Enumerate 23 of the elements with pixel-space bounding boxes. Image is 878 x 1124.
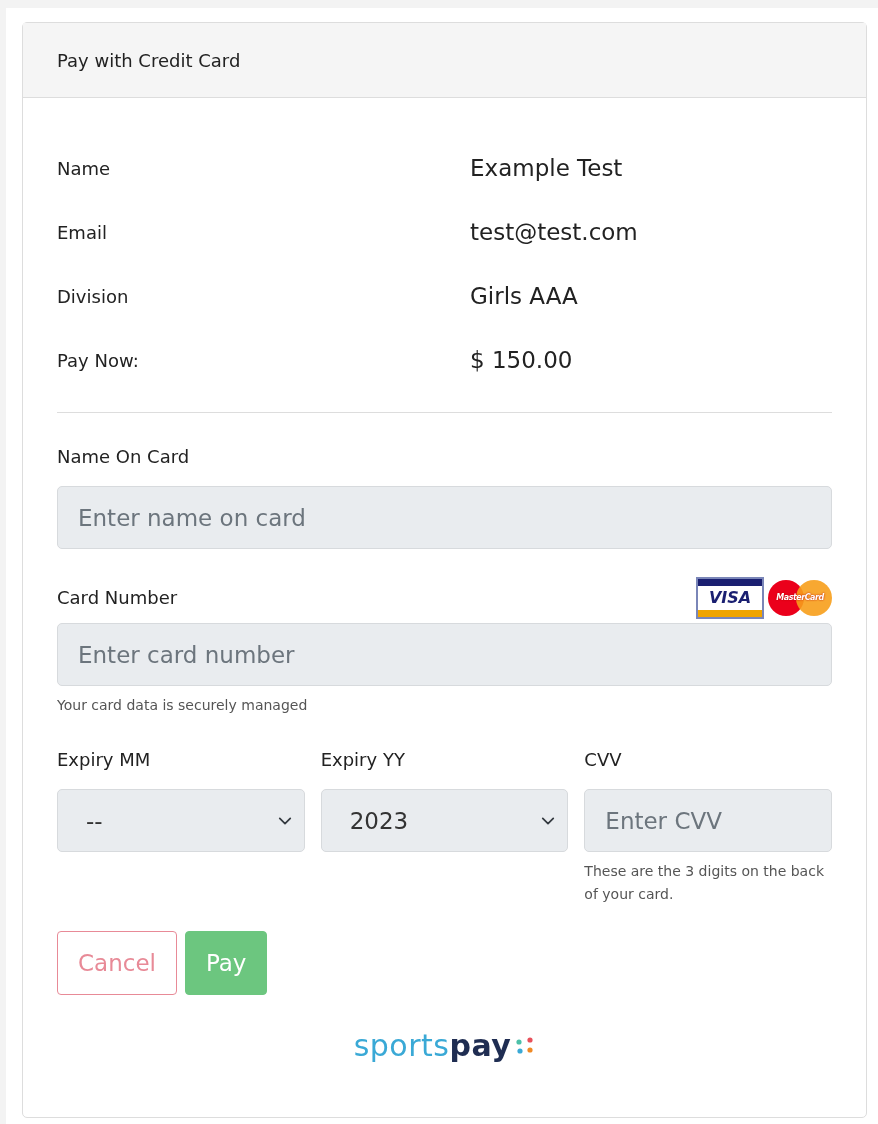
info-label: Division — [57, 284, 130, 309]
input-field[interactable]: Enter card number — [57, 623, 832, 686]
input-field[interactable]: Enter CVV — [584, 789, 832, 853]
field-label: Name On Card — [57, 445, 191, 469]
input-field[interactable]: Enter name on card — [57, 486, 832, 549]
card-header-title: Pay with Credit Card — [23, 23, 866, 98]
field-label: Card Number — [57, 586, 178, 610]
help-text: Your card data is securely managed — [57, 696, 309, 715]
year-select[interactable]: 2023 — [320, 789, 569, 853]
info-label: Name — [57, 156, 112, 181]
info-label: Pay Now: — [57, 348, 140, 373]
info-label: Email — [57, 220, 108, 245]
card-logo: VISA — [696, 577, 764, 619]
logo: sportspay — [353, 1023, 536, 1069]
help-text: These are the 3 digits on the back of your card. — [584, 862, 825, 904]
info-value: $ 150.00 — [470, 345, 573, 375]
field-label: Expiry YY — [320, 748, 406, 773]
month-select[interactable]: -- — [57, 789, 305, 853]
field-label: Expiry MM — [57, 748, 152, 773]
info-value: Girls AAA — [470, 281, 578, 311]
info-value: Example Test — [470, 153, 623, 183]
field-label: CVV — [584, 748, 623, 773]
info-value: test@test.com — [470, 217, 638, 247]
